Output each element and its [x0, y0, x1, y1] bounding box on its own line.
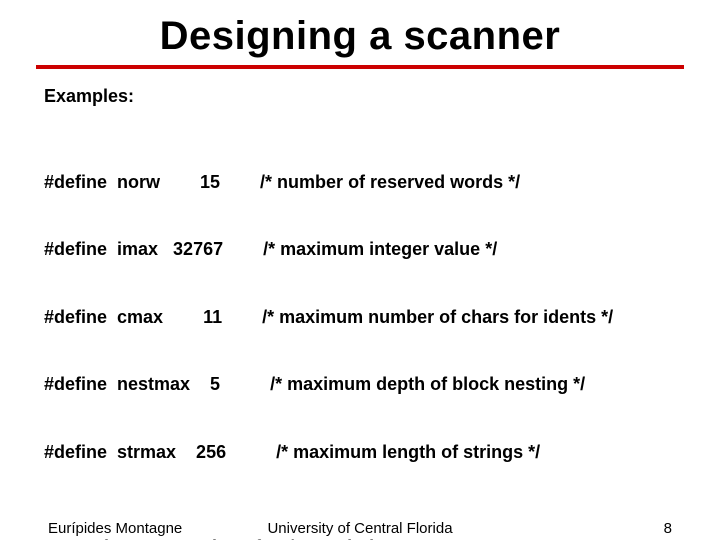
- define-line: #define imax 32767 /* maximum integer va…: [44, 238, 676, 261]
- slide-title: Designing a scanner: [0, 0, 720, 65]
- slide: Designing a scanner Examples: #define no…: [0, 0, 720, 540]
- define-line: #define strmax 256 /* maximum length of …: [44, 441, 676, 464]
- footer-affiliation: University of Central Florida: [0, 520, 720, 537]
- examples-heading: Examples:: [44, 85, 676, 108]
- define-line: #define nestmax 5 /* maximum depth of bl…: [44, 373, 676, 396]
- define-line: #define norw 15 /* number of reserved wo…: [44, 171, 676, 194]
- slide-body: Examples: #define norw 15 /* number of r…: [0, 85, 720, 540]
- define-block: #define norw 15 /* number of reserved wo…: [44, 126, 676, 509]
- define-line: #define cmax 11 /* maximum number of cha…: [44, 306, 676, 329]
- footer-page-number: 8: [664, 520, 672, 537]
- title-underline: [36, 65, 684, 69]
